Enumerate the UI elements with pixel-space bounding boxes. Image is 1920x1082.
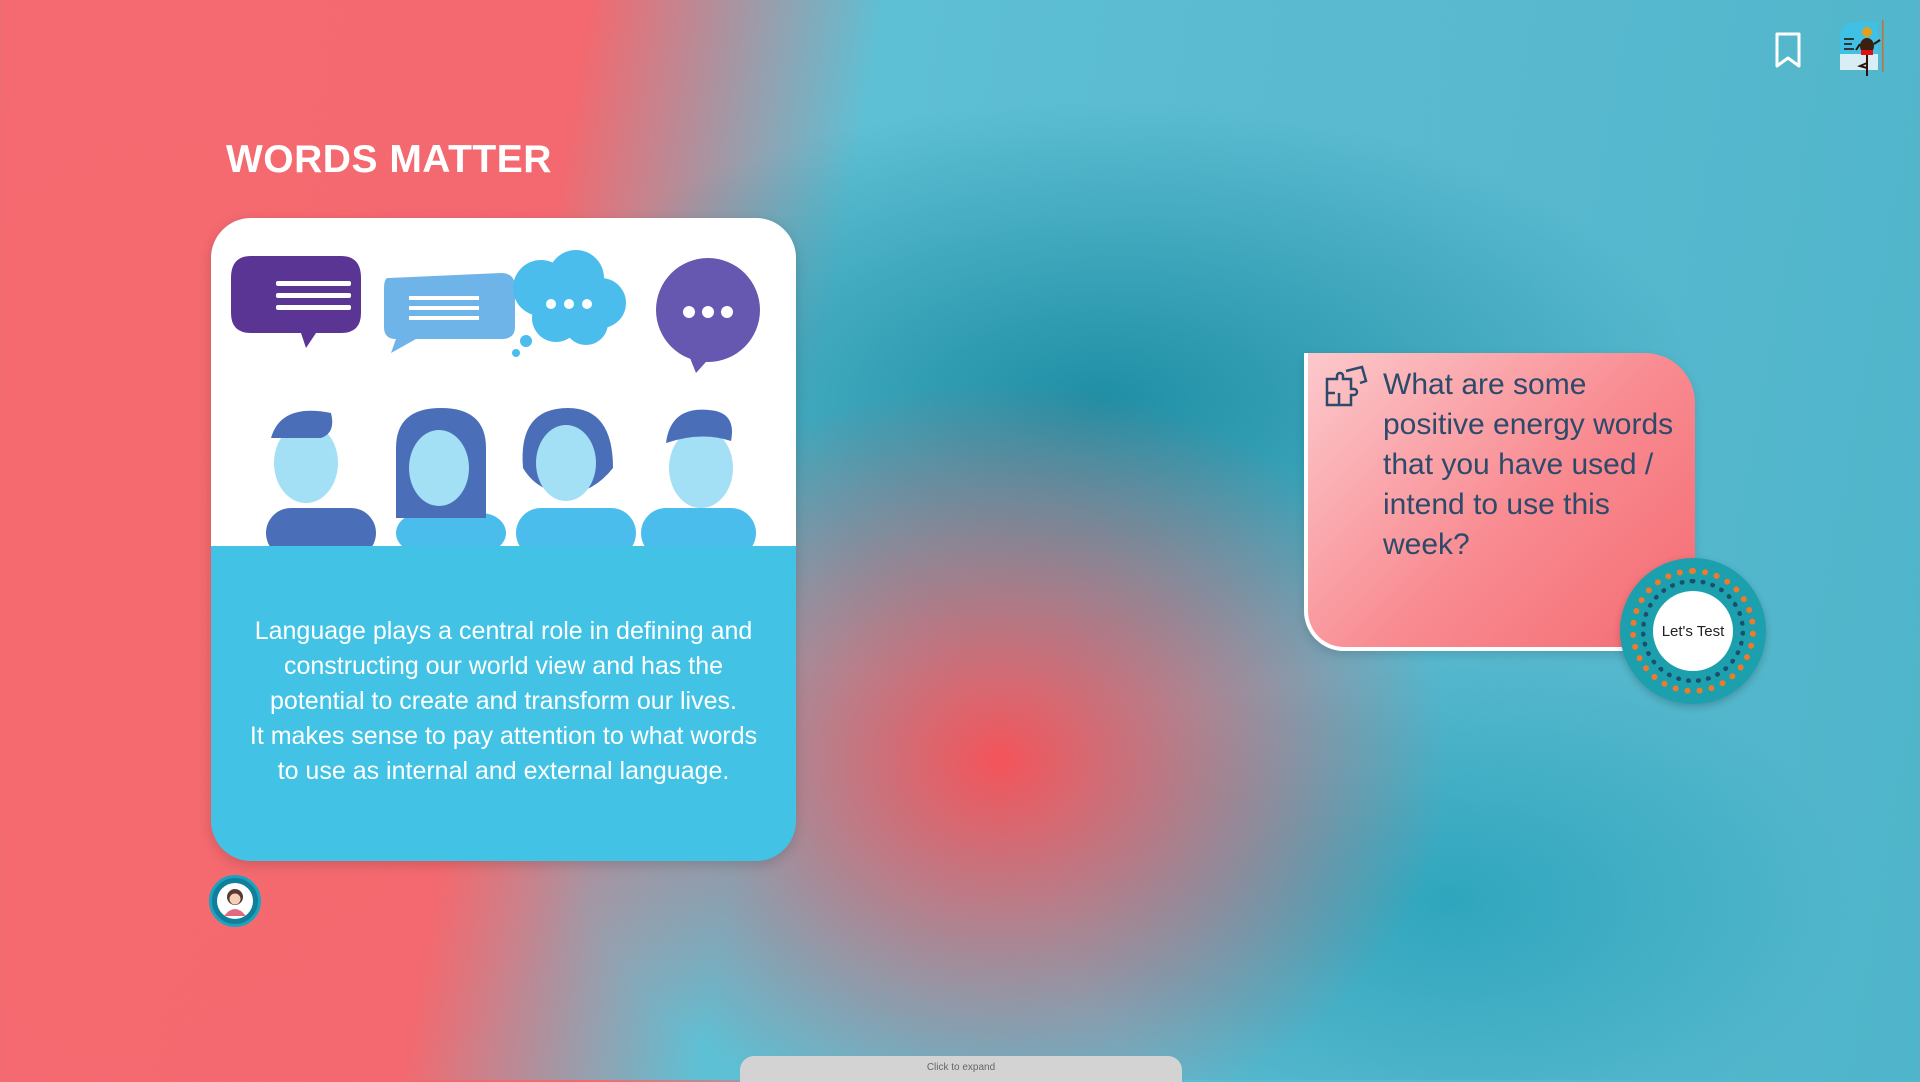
- narrator-avatar-button[interactable]: [209, 875, 261, 927]
- woman-avatar-icon: [217, 883, 253, 919]
- click-to-expand-bar[interactable]: Click to expand: [740, 1056, 1182, 1082]
- thought-bubble-icon: [512, 250, 626, 357]
- question-text: What are some positive energy words that…: [1383, 368, 1674, 561]
- card-description: Language plays a central role in definin…: [211, 546, 796, 789]
- lets-test-label: Let's Test: [1653, 591, 1733, 671]
- text-line: to use as internal and external language…: [277, 757, 730, 785]
- puzzle-icon: [1325, 365, 1368, 407]
- people-speech-illustration: [211, 218, 796, 558]
- bookmark-icon[interactable]: [1774, 31, 1802, 69]
- info-card: Language plays a central role in definin…: [211, 218, 796, 861]
- page-title: WORDS MATTER: [226, 138, 552, 181]
- text-line: potential to create and transform our li…: [270, 687, 737, 715]
- text-line: constructing our world view and has the: [283, 652, 724, 680]
- people-group-icon: [266, 408, 756, 558]
- character-avatar-icon[interactable]: [1840, 18, 1890, 76]
- chat-bubble-icon: [384, 273, 515, 353]
- speech-bubble-icon: [231, 256, 361, 348]
- text-line: It makes sense to pay attention to what …: [249, 722, 758, 750]
- decorative-ring-inner: Let's Test: [1641, 579, 1745, 683]
- decorative-ring: Let's Test: [1630, 568, 1756, 694]
- ellipsis-bubble-icon: [656, 258, 760, 373]
- text-line: Language plays a central role in definin…: [254, 617, 753, 645]
- lets-test-button[interactable]: Let's Test: [1620, 558, 1766, 704]
